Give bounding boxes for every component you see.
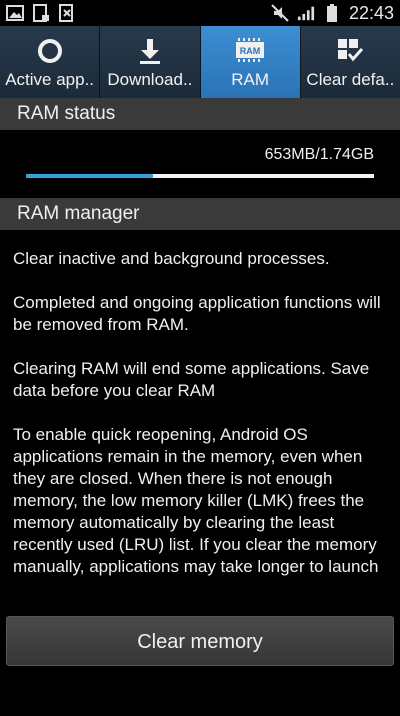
manager-paragraph: Clear inactive and background processes. [13,249,330,268]
status-bar: 22:43 [0,0,400,26]
picture-icon [6,4,24,22]
bottom-strip [0,700,400,716]
tab-label: Download.. [107,70,193,89]
battery-icon [323,4,341,22]
tab-downloaded[interactable]: Download.. [100,26,201,98]
tab-clear-defaults[interactable]: Clear defa.. [300,26,400,98]
manager-paragraph: To enable quick reopening, Android OS ap… [13,425,379,576]
clear-memory-button[interactable]: Clear memory [6,616,394,666]
ram-usage-bar [26,174,374,178]
ram-usage-text: 653MB/1.74GB [264,146,374,163]
manager-paragraph: Clearing RAM will end some applications.… [13,359,370,400]
manager-paragraph: Completed and ongoing application functi… [13,293,381,334]
tab-label: Clear defa.. [306,70,395,89]
mute-icon [271,4,289,22]
tab-label: Active app.. [5,70,95,89]
notification-icon [58,4,76,22]
ram-chip-icon: RAM [235,36,265,66]
ring-icon [35,36,65,66]
ram-usage-fill [26,174,154,178]
signal-icon [297,4,315,22]
tab-bar: Active app.. Download.. RAM RAM Clear de… [0,26,400,98]
tab-active-apps[interactable]: Active app.. [0,26,101,98]
ram-chip-text: RAM [240,46,261,56]
tab-label: RAM [231,70,270,89]
tab-ram[interactable]: RAM RAM [200,26,301,98]
download-icon [135,36,165,66]
status-left-icons [0,4,76,22]
ram-manager-header: RAM manager [0,198,400,230]
ram-status-header: RAM status [0,98,400,130]
status-right-icons: 22:43 [271,3,400,24]
clock: 22:43 [348,2,394,23]
download-icon [32,4,50,22]
clear-defaults-icon [335,36,365,66]
